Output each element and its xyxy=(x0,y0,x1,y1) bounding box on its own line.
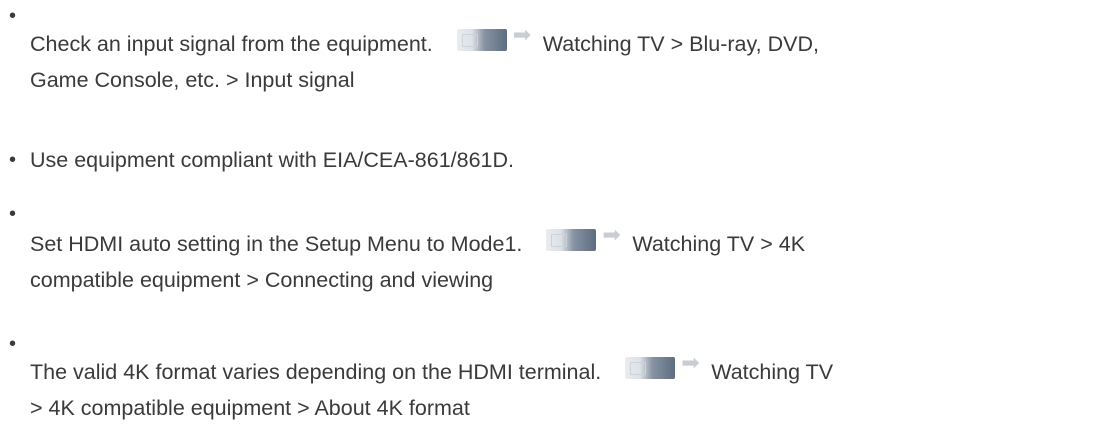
bullet: • xyxy=(9,5,17,27)
arrow-right-icon: ➡ xyxy=(681,350,700,375)
tv-screen-icon: ➡ xyxy=(625,351,700,381)
reference-link-continuation[interactable]: compatible equipment > Connecting and vi… xyxy=(30,262,1110,298)
list-item-line: The valid 4K format varies depending on … xyxy=(30,351,1110,390)
list-item-line: Check an input signal from the equipment… xyxy=(30,23,1110,62)
reference-link[interactable]: Watching TV > Blu-ray, DVD, xyxy=(543,32,819,56)
item-text: The valid 4K format varies depending on … xyxy=(30,360,602,384)
bullet: • xyxy=(9,333,17,355)
screen-icon xyxy=(625,357,676,379)
tv-screen-icon: ➡ xyxy=(456,23,531,53)
bullet: • xyxy=(9,149,17,171)
screen-icon xyxy=(546,229,597,251)
list-item: • Check an input signal from the equipme… xyxy=(0,0,1105,120)
list-item-text: Set HDMI auto setting in the Setup Menu … xyxy=(30,223,1110,298)
item-text: Check an input signal from the equipment… xyxy=(30,32,433,56)
reference-link-continuation[interactable]: Game Console, etc. > Input signal xyxy=(30,62,1110,98)
screen-icon xyxy=(456,29,507,51)
list-item-text: Use equipment compliant with EIA/CEA-861… xyxy=(30,142,1110,178)
item-text: Use equipment compliant with EIA/CEA-861… xyxy=(30,148,514,172)
list-item-text: The valid 4K format varies depending on … xyxy=(30,351,1110,426)
list-item: • Use equipment compliant with EIA/CEA-8… xyxy=(0,140,1105,180)
tv-screen-icon: ➡ xyxy=(546,223,621,253)
bullet: • xyxy=(9,203,17,225)
arrow-right-icon: ➡ xyxy=(512,22,532,47)
reference-link[interactable]: Watching TV > 4K xyxy=(632,232,805,256)
reference-link[interactable]: Watching TV xyxy=(711,360,833,384)
list-item-text: Check an input signal from the equipment… xyxy=(30,23,1110,98)
arrow-right-icon: ➡ xyxy=(602,222,621,247)
list-item: • Set HDMI auto setting in the Setup Men… xyxy=(0,200,1105,320)
item-text: Set HDMI auto setting in the Setup Menu … xyxy=(30,232,523,256)
list-item: • The valid 4K format varies depending o… xyxy=(0,320,1105,440)
reference-link-continuation[interactable]: > 4K compatible equipment > About 4K for… xyxy=(30,390,1110,426)
list-item-line: Set HDMI auto setting in the Setup Menu … xyxy=(30,223,1110,262)
